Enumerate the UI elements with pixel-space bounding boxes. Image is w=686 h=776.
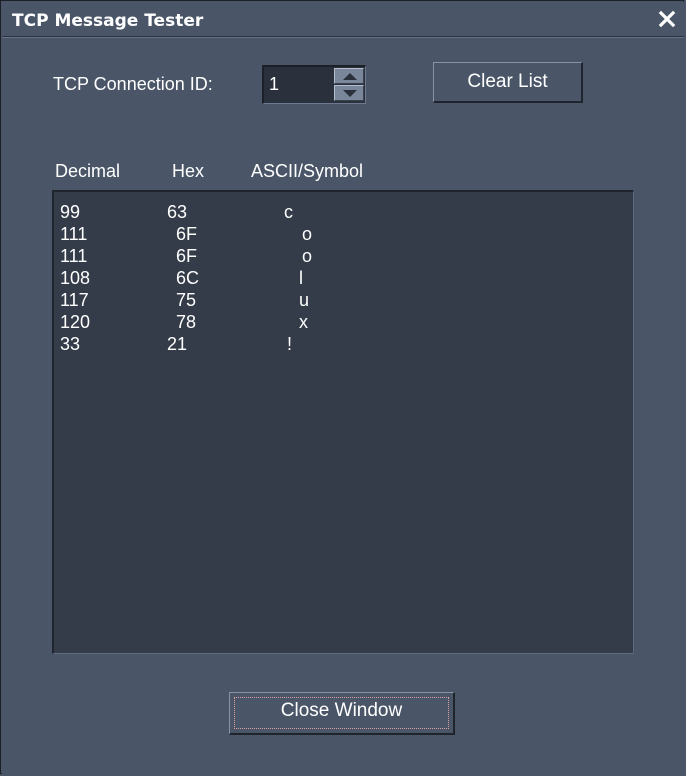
list-row[interactable]: 99 63 c	[54, 202, 633, 224]
row-ascii: o	[302, 246, 313, 266]
row-hex: 63	[167, 202, 188, 222]
row-hex: 78	[176, 312, 197, 332]
row-ascii: o	[302, 224, 313, 244]
row-decimal: 111	[60, 224, 88, 244]
focus-ring	[234, 697, 449, 729]
row-ascii: !	[287, 334, 293, 354]
close-window-button[interactable]: Close Window	[229, 692, 455, 735]
column-header-decimal: Decimal	[55, 161, 121, 181]
row-ascii: l	[299, 268, 303, 288]
row-ascii: u	[299, 290, 310, 310]
window-client-area: TCP Connection ID: 1 Clear List Decimal	[2, 37, 684, 774]
row-decimal: 99	[60, 202, 81, 222]
row-decimal: 108	[60, 268, 91, 288]
connection-id-value[interactable]: 1	[269, 74, 279, 95]
window-title: TCP Message Tester	[12, 11, 204, 31]
row-hex: 75	[176, 290, 197, 310]
list-row[interactable]: 120 78 x	[54, 312, 633, 334]
connection-id-spinbox[interactable]: 1	[262, 65, 366, 104]
spin-up-button[interactable]	[334, 68, 364, 84]
message-listbox[interactable]: 99 63 c 111 6F o 111 6F o 108 6C l 117 7	[52, 190, 634, 654]
row-decimal: 33	[60, 334, 81, 354]
clear-list-button[interactable]: Clear List	[433, 62, 583, 103]
arrow-up-icon	[343, 73, 357, 80]
list-row[interactable]: 33 21 !	[54, 334, 633, 356]
list-row[interactable]: 108 6C l	[54, 268, 633, 290]
close-x-icon[interactable]	[658, 10, 676, 28]
row-hex: 6F	[176, 224, 198, 244]
spin-down-button[interactable]	[334, 85, 364, 101]
list-row[interactable]: 117 75 u	[54, 290, 633, 312]
row-decimal: 117	[60, 290, 89, 310]
title-bar[interactable]: TCP Message Tester	[2, 2, 684, 37]
row-hex: 6C	[176, 268, 200, 288]
row-hex: 21	[167, 334, 188, 354]
row-ascii: x	[299, 312, 308, 332]
connection-id-label: TCP Connection ID:	[53, 74, 213, 94]
list-row[interactable]: 111 6F o	[54, 246, 633, 268]
row-hex: 6F	[176, 246, 198, 266]
column-header-ascii: ASCII/Symbol	[251, 161, 364, 181]
column-header-hex: Hex	[172, 161, 205, 181]
row-ascii: c	[284, 202, 293, 222]
arrow-down-icon	[343, 90, 357, 97]
row-decimal: 111	[60, 246, 88, 266]
tcp-message-tester-window: TCP Message Tester TCP Connection ID: 1	[0, 0, 684, 774]
list-row[interactable]: 111 6F o	[54, 224, 633, 246]
spinner-buttons	[334, 68, 364, 102]
row-decimal: 120	[60, 312, 91, 332]
